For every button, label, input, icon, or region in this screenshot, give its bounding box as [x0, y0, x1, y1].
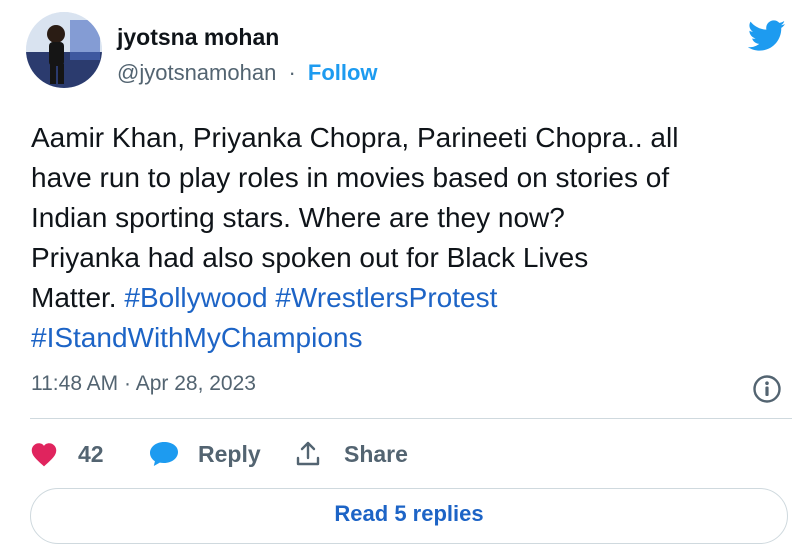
follow-button[interactable]: Follow [308, 60, 378, 85]
heart-icon [31, 443, 57, 467]
tweet-time: 11:48 AM [31, 372, 119, 395]
author-handle[interactable]: @jyotsnamohan [117, 60, 276, 85]
hashtag-link[interactable]: #WrestlersProtest [275, 282, 497, 313]
tweet-line: Indian sporting stars. Where are they no… [31, 202, 565, 233]
tweet-line: #IStandWithMyChampions [31, 318, 791, 358]
share-label: Share [344, 440, 408, 467]
reply-label: Reply [198, 440, 261, 467]
author-name[interactable]: jyotsna mohan [117, 24, 279, 51]
hashtag-link[interactable]: #IStandWithMyChampions [31, 322, 362, 353]
tweet-text: Aamir Khan, Priyanka Chopra, Parineeti C… [31, 118, 791, 358]
hashtag-link[interactable]: #Bollywood [124, 282, 267, 313]
author-handle-row: @jyotsnamohan · Follow [117, 60, 378, 86]
tweet-date: Apr 28, 2023 [135, 372, 256, 395]
tweet-line: have run to play roles in movies based o… [31, 162, 670, 193]
tweet-line: Priyanka had also spoken out for Black L… [31, 242, 589, 273]
tweet-line: Aamir Khan, Priyanka Chopra, Parineeti C… [31, 122, 679, 153]
twitter-bird-icon[interactable] [748, 20, 786, 52]
read-replies-label: Read 5 replies [334, 501, 484, 526]
share-button[interactable]: Share [294, 436, 408, 472]
avatar[interactable] [26, 12, 102, 88]
tweet-timestamp[interactable]: 11:48 AM · Apr 28, 2023 [31, 372, 256, 396]
share-upload-icon [296, 441, 320, 466]
read-replies-button[interactable]: Read 5 replies [30, 488, 788, 544]
like-count: 42 [78, 440, 104, 467]
separator-dot: · [124, 372, 132, 395]
speech-bubble-icon [150, 442, 178, 466]
tweet-card: jyotsna mohan @jyotsnamohan · Follow Aam… [0, 0, 800, 544]
divider [30, 418, 792, 419]
tweet-line: Matter. #Bollywood #WrestlersProtest [31, 278, 791, 318]
reply-button[interactable]: Reply [148, 436, 261, 472]
info-icon[interactable] [752, 374, 782, 404]
like-button[interactable]: 42 [30, 436, 104, 472]
tweet-line-text: Matter. [31, 282, 125, 313]
separator-dot: · [288, 60, 296, 85]
